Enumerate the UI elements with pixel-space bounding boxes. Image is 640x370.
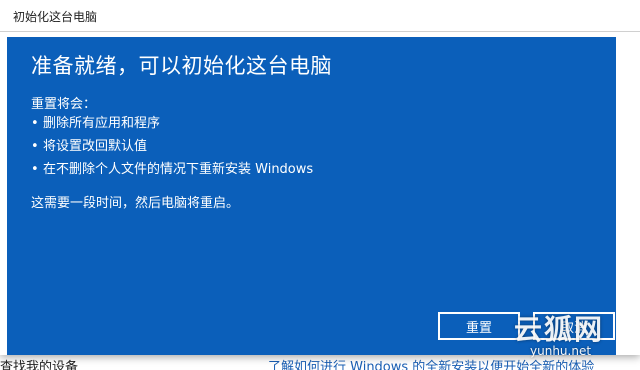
reset-button[interactable]: 重置 — [438, 312, 520, 340]
dialog-heading: 准备就绪，可以初始化这台电脑 — [31, 54, 332, 78]
restart-note: 这需要一段时间，然后电脑将重启。 — [31, 196, 240, 211]
dialog-titlebar: 初始化这台电脑 — [0, 0, 640, 32]
list-item-text: 将设置改回默认值 — [43, 139, 148, 154]
clean-install-link[interactable]: 了解如何进行 Windows 的全新安装以便开始全新的体验 — [268, 356, 594, 370]
reset-pc-dialog: 初始化这台电脑 准备就绪，可以初始化这台电脑 重置将会： • 删除所有应用和程序 … — [0, 0, 640, 355]
bullet-icon: • — [31, 139, 39, 154]
dialog-content-panel: 准备就绪，可以初始化这台电脑 重置将会： • 删除所有应用和程序 • 将设置改回默认… — [7, 37, 616, 355]
list-item-text: 在不删除个人文件的情况下重新安装 Windows — [43, 162, 314, 177]
find-my-device-link[interactable]: 查找我的设备 — [0, 360, 78, 370]
reset-effects-list: • 删除所有应用和程序 • 将设置改回默认值 • 在不删除个人文件的情况下重新安装 W… — [31, 115, 313, 184]
cancel-button[interactable]: 取消 — [533, 312, 615, 340]
reset-intro-text: 重置将会： — [31, 97, 97, 112]
list-item: • 将设置改回默认值 — [31, 138, 313, 161]
list-item-text: 删除所有应用和程序 — [43, 116, 161, 131]
list-item: • 删除所有应用和程序 — [31, 115, 313, 138]
bullet-icon: • — [31, 116, 39, 131]
bullet-icon: • — [31, 162, 39, 177]
background-bottom-row: 查找我的设备 了解如何进行 Windows 的全新安装以便开始全新的体验 — [0, 356, 640, 370]
dialog-window-title: 初始化这台电脑 — [13, 10, 98, 24]
list-item: • 在不删除个人文件的情况下重新安装 Windows — [31, 161, 313, 184]
